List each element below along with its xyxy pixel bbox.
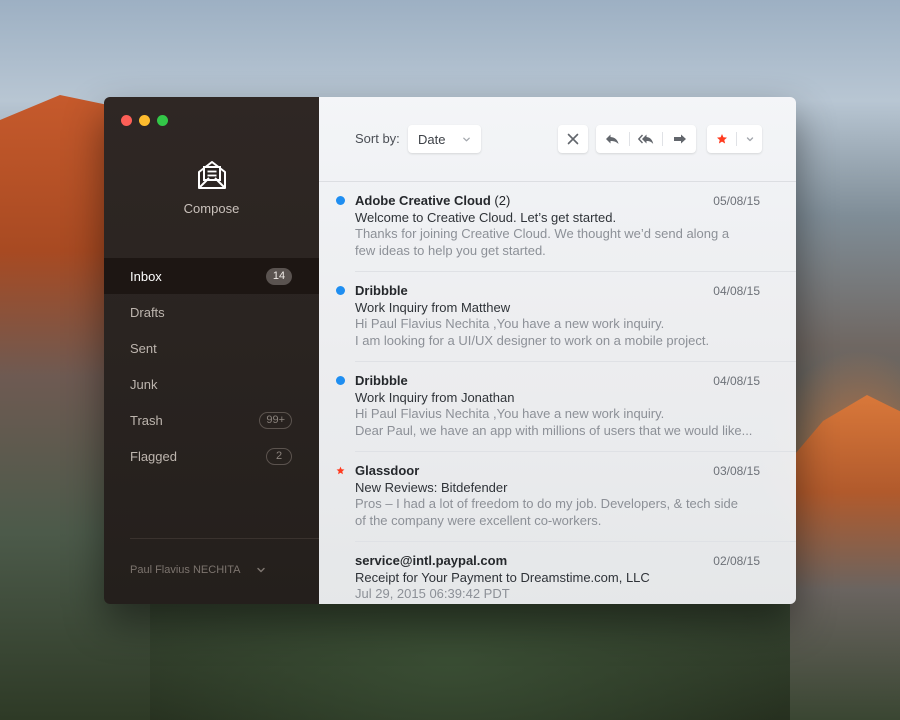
flag-button[interactable] [707,125,736,153]
sidebar-divider [130,538,319,539]
sidebar-item-junk[interactable]: Junk [104,366,319,402]
message-subject: Work Inquiry from Matthew [355,300,511,315]
account-switcher[interactable]: Paul Flavius NECHITA [130,564,266,576]
star-icon [716,134,727,144]
sidebar-item-label: Flagged [130,448,177,464]
minimize-window-button[interactable] [139,115,150,126]
message-subject: Work Inquiry from Jonathan [355,390,515,405]
chevron-down-icon [746,137,753,142]
sort-dropdown[interactable]: Date [408,125,481,153]
message-subject: Welcome to Creative Cloud. Let’s get sta… [355,210,617,225]
trash-count-badge: 99+ [259,411,292,429]
message-preview: Thanks for joining Creative Cloud. We th… [355,226,730,258]
message-date: 03/08/15 [713,464,760,478]
sort-value: Date [418,131,446,147]
message-sender: Dribbble [355,373,408,388]
chevron-down-icon [463,137,470,141]
sidebar-item-drafts[interactable]: Drafts [104,294,319,330]
sidebar-item-label: Trash [130,412,163,428]
sidebar-item-sent[interactable]: Sent [104,330,319,366]
sidebar-item-label: Sent [130,340,157,356]
delete-button-group [558,125,588,153]
message-row[interactable]: Adobe Creative Cloud (2) 05/08/15 Welcom… [319,182,796,272]
forward-icon [673,134,686,144]
sidebar-item-label: Junk [130,376,158,392]
mailbox-nav: Inbox 14 Drafts Sent Junk Trash 99+ Flag… [104,258,319,474]
zoom-window-button[interactable] [157,115,168,126]
reply-icon [606,134,619,144]
sidebar-item-flagged[interactable]: Flagged 2 [104,438,319,474]
star-icon [336,466,345,475]
message-date: 05/08/15 [713,194,760,208]
flag-button-group [707,125,762,153]
message-date: 04/08/15 [713,374,760,388]
forward-button[interactable] [663,125,696,153]
message-preview: Jul 29, 2015 06:39:42 PDT [355,586,510,601]
toolbar: Sort by: Date [319,97,796,182]
background-mountain-right [790,395,900,720]
message-preview: Pros – I had a lot of freedom to do my j… [355,496,738,528]
unread-dot-icon [336,376,345,385]
compose-button[interactable]: Compose [104,159,319,216]
message-preview: Hi Paul Flavius Nechita ,You have a new … [355,406,753,438]
unread-dot-icon [336,196,345,205]
sidebar-item-trash[interactable]: Trash 99+ [104,402,319,438]
sidebar-item-inbox[interactable]: Inbox 14 [104,258,319,294]
message-date: 02/08/15 [713,554,760,568]
message-subject: Receipt for Your Payment to Dreamstime.c… [355,570,650,585]
reply-all-icon [638,134,654,144]
message-list: Adobe Creative Cloud (2) 05/08/15 Welcom… [319,182,796,604]
window-controls [121,115,168,126]
message-sender: Dribbble [355,283,408,298]
sidebar: Compose Inbox 14 Drafts Sent Junk Trash … [104,97,319,604]
sidebar-item-label: Drafts [130,304,165,320]
sidebar-item-label: Inbox [130,268,162,284]
message-sender: Glassdoor [355,463,420,478]
close-window-button[interactable] [121,115,132,126]
message-sender: Adobe Creative Cloud (2) [355,193,511,208]
message-subject: New Reviews: Bitdefender [355,480,508,495]
chevron-down-icon [257,567,266,573]
reply-all-button[interactable] [630,125,663,153]
message-sender: service@intl.paypal.com [355,553,508,568]
message-date: 04/08/15 [713,284,760,298]
close-icon [567,133,579,145]
flagged-count-badge: 2 [266,447,292,465]
delete-button[interactable] [558,125,588,153]
compose-label: Compose [183,201,240,216]
sort-label: Sort by: [355,131,400,146]
mail-window: Compose Inbox 14 Drafts Sent Junk Trash … [104,97,796,604]
user-name: Paul Flavius NECHITA [130,564,241,576]
reply-button[interactable] [596,125,629,153]
message-row[interactable]: Dribbble 04/08/15 Work Inquiry from Jona… [319,362,796,452]
message-list-panel: Sort by: Date Adobe Creative Cloud (2) 0… [319,97,796,604]
message-row[interactable]: Glassdoor 03/08/15 New Reviews: Bitdefen… [319,452,796,542]
inbox-count-badge: 14 [266,267,292,285]
envelope-open-icon [197,161,226,189]
thread-count: (2) [494,193,511,208]
message-row[interactable]: service@intl.paypal.com 02/08/15 Receipt… [319,542,796,604]
reply-button-group [596,125,696,153]
message-preview: Hi Paul Flavius Nechita ,You have a new … [355,316,710,348]
unread-dot-icon [336,286,345,295]
message-row[interactable]: Dribbble 04/08/15 Work Inquiry from Matt… [319,272,796,362]
flag-options-dropdown[interactable] [737,125,762,153]
